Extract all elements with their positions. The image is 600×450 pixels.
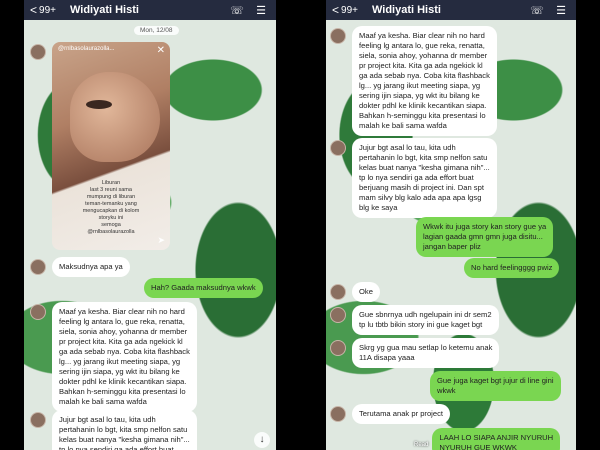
menu-icon[interactable]: ☰ [552,4,570,17]
message-bubble[interactable]: Maaf ya kesha. Biar clear nih no hard fe… [352,26,497,136]
message-bubble[interactable]: Jujur bgt asal lo tau, kita udh pertahan… [52,410,197,450]
message-bubble-sent[interactable]: No hard feelingggg pwiz [464,258,560,278]
right-chat-screen: < 99+ Widiyati Histi ☏ ☰ Maaf ya kesha. … [326,0,576,450]
chat-header: < 99+ Widiyati Histi ☏ ☰ [24,0,276,20]
message-row: Oke [330,282,380,302]
story-screenshot[interactable]: @rnlbasolaurazolla... ✕ Liburan last 3 r… [52,42,170,250]
message-row: Skrg yg gua mau setlap lo ketemu anak 11… [330,338,500,368]
avatar[interactable] [330,307,346,323]
contact-name[interactable]: Widiyati Histi [372,4,522,16]
phone-icon[interactable]: ☏ [228,4,246,17]
message-bubble[interactable]: Jujur bgt asal lo tau, kita udh pertahan… [352,138,497,218]
message-row-sent: Wkwk itu juga story kan story gue ya lag… [416,217,554,257]
left-chat-screen: < 99+ Widiyati Histi ☏ ☰ Mon, 12/08 @rnl… [24,0,276,450]
chat-header: < 99+ Widiyati Histi ☏ ☰ [326,0,576,20]
avatar[interactable] [30,44,46,60]
message-bubble[interactable]: Gue sbnrnya udh ngelupain ini dr sem2 tp… [352,305,499,335]
send-icon[interactable]: ➤ [157,235,165,246]
avatar[interactable] [330,284,346,300]
close-icon[interactable]: ✕ [157,45,165,56]
message-bubble[interactable]: Oke [352,282,380,302]
message-row: Maksudnya apa ya [30,257,130,277]
back-arrow-icon[interactable]: < [30,3,37,17]
message-row-sent: Hah? Gaada maksudnya wkwk [144,278,263,298]
message-list: Mon, 12/08 @rnlbasolaurazolla... ✕ Libur… [24,20,276,450]
message-bubble-sent[interactable]: Wkwk itu juga story kan story gue ya lag… [416,217,554,257]
story-caption: Liburan last 3 reuni sama mumpung di lib… [82,180,140,235]
contact-name[interactable]: Widiyati Histi [70,4,222,16]
avatar[interactable] [330,140,346,156]
avatar[interactable] [30,304,46,320]
avatar[interactable] [30,412,46,428]
message-row: Jujur bgt asal lo tau, kita udh pertahan… [330,138,497,218]
message-bubble[interactable]: Maaf ya kesha. Biar clear nih no hard fe… [52,302,197,412]
phone-icon[interactable]: ☏ [528,4,546,17]
message-row: Terutama anak pr project [330,404,450,424]
message-row-sent: No hard feelingggg pwiz [464,258,560,278]
message-bubble[interactable]: Skrg yg gua mau setlap lo ketemu anak 11… [352,338,500,368]
message-row: Gue sbnrnya udh ngelupain ini dr sem2 tp… [330,305,499,335]
message-row [30,42,52,60]
unread-count: 99+ [39,4,56,16]
message-list: Maaf ya kesha. Biar clear nih no hard fe… [326,20,576,450]
message-bubble-sent[interactable]: Hah? Gaada maksudnya wkwk [144,278,263,298]
unread-count: 99+ [341,4,358,16]
story-username: @rnlbasolaurazolla... [58,46,115,52]
message-bubble-sent[interactable]: LAAH LO SIAPA ANJIR NYURUH NYURUH GUE WK… [432,428,561,450]
avatar[interactable] [330,28,346,44]
date-separator: Mon, 12/08 [134,26,179,35]
message-row-sent: Read LAAH LO SIAPA ANJIR NYURUH NYURUH G… [414,428,561,450]
story-eye-image [86,100,112,109]
avatar[interactable] [30,259,46,275]
back-arrow-icon[interactable]: < [332,3,339,17]
message-bubble[interactable]: Terutama anak pr project [352,404,450,424]
avatar[interactable] [330,406,346,422]
message-bubble[interactable]: Maksudnya apa ya [52,257,130,277]
menu-icon[interactable]: ☰ [252,4,270,17]
message-bubble-sent[interactable]: Gue juga kaget bgt jujur di line gini wk… [430,371,561,401]
story-face-image [70,72,160,162]
message-row: Maaf ya kesha. Biar clear nih no hard fe… [330,26,497,136]
avatar[interactable] [330,340,346,356]
message-row-sent: Gue juga kaget bgt jujur di line gini wk… [430,371,561,401]
read-receipt: Read [414,442,429,448]
message-row: Jujur bgt asal lo tau, kita udh pertahan… [30,410,197,450]
scroll-down-icon[interactable]: ↓ [254,432,270,448]
message-row: Maaf ya kesha. Biar clear nih no hard fe… [30,302,197,412]
